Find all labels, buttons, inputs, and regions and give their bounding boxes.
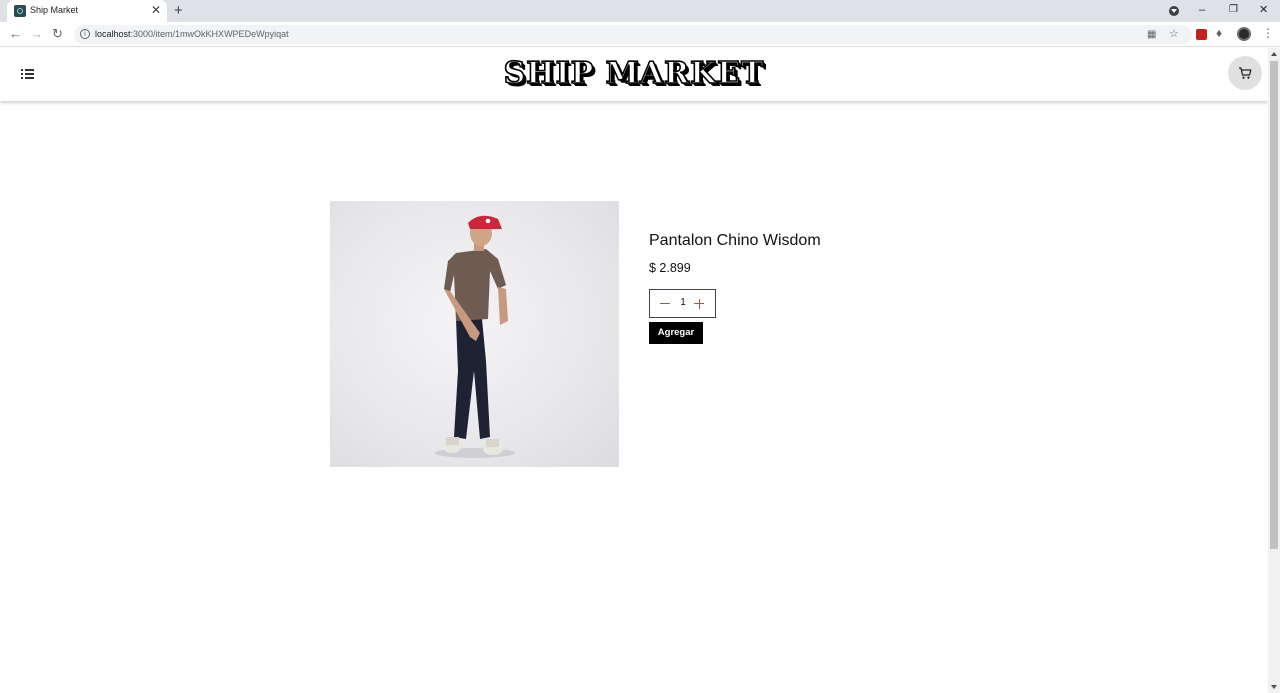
quantity-value: 1 <box>680 297 686 308</box>
site-logo[interactable]: SHIP MARKET <box>0 55 1268 92</box>
product-photo-illustration <box>435 215 515 458</box>
tab-search-icon[interactable] <box>1169 6 1179 16</box>
address-bar[interactable]: i localhost:3000/item/1mwOkKHXWPEDeWpyiq… <box>74 25 1192 44</box>
minimize-button[interactable]: – <box>1199 2 1205 18</box>
tab-title: Ship Market <box>30 5 79 15</box>
url-text[interactable]: localhost:3000/item/1mwOkKHXWPEDeWpyiqat <box>95 29 289 39</box>
product-price: $ 2.899 <box>649 261 691 275</box>
add-to-cart-button[interactable]: Agregar <box>649 322 703 344</box>
browser-toolbar: ← → ↻ i localhost:3000/item/1mwOkKHXWPED… <box>0 22 1280 47</box>
translate-icon[interactable]: ▦ <box>1147 28 1156 41</box>
back-arrow-icon[interactable]: ← <box>9 27 22 41</box>
extensions-puzzle-icon[interactable]: ♦ <box>1216 27 1222 40</box>
page-scrollbar[interactable] <box>1268 48 1280 693</box>
restore-button[interactable]: ❐ <box>1229 2 1238 18</box>
browser-menu-icon[interactable]: ⋮ <box>1262 26 1274 40</box>
tab-close-icon[interactable]: ✕ <box>151 3 161 17</box>
browser-tab[interactable]: Ship Market ✕ <box>7 0 167 22</box>
bookmark-star-icon[interactable]: ☆ <box>1169 28 1179 41</box>
site-favicon-icon <box>14 5 26 17</box>
scroll-down-arrow-icon[interactable] <box>1271 685 1277 689</box>
quantity-stepper: 1 <box>649 289 716 318</box>
product-title: Pantalon Chino Wisdom <box>649 232 821 249</box>
reload-icon[interactable]: ↻ <box>52 27 63 41</box>
browser-tab-strip: Ship Market ✕ + – ❐ ✕ <box>0 0 1280 22</box>
site-info-icon[interactable]: i <box>80 29 90 39</box>
url-host: localhost <box>95 29 131 39</box>
extension-icon[interactable] <box>1196 29 1207 40</box>
forward-arrow-icon[interactable]: → <box>30 27 43 41</box>
shopping-cart-icon <box>1239 67 1252 79</box>
scrollbar-thumb[interactable] <box>1270 61 1278 549</box>
profile-avatar[interactable] <box>1237 27 1251 41</box>
window-close-button[interactable]: ✕ <box>1259 2 1268 18</box>
scroll-up-arrow-icon[interactable] <box>1271 52 1277 56</box>
product-image <box>330 201 619 467</box>
cart-button[interactable] <box>1228 56 1262 90</box>
url-path: :3000/item/1mwOkKHXWPEDeWpyiqat <box>130 29 289 39</box>
new-tab-button[interactable]: + <box>174 2 183 20</box>
minus-icon[interactable] <box>659 296 673 310</box>
plus-icon[interactable] <box>693 296 707 310</box>
site-header: SHIP MARKET <box>0 48 1268 101</box>
